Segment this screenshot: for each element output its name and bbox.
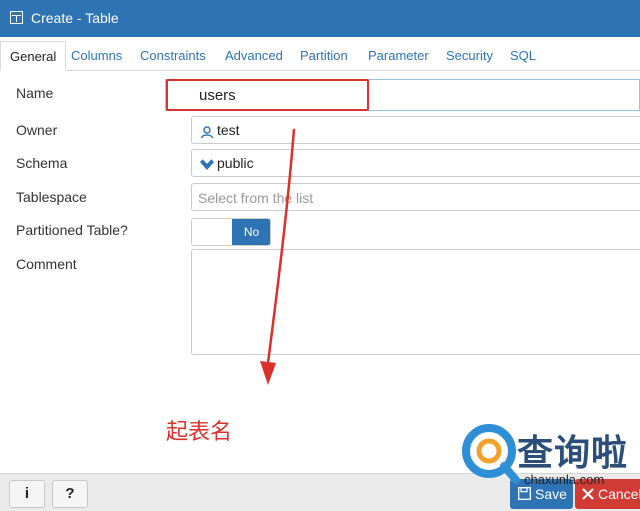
comment-label: Comment — [16, 256, 77, 272]
tab-sql[interactable]: SQL — [510, 48, 536, 63]
table-icon — [10, 11, 23, 24]
watermark-site: chaxunla.com — [524, 472, 605, 487]
dialog-title: Create - Table — [31, 10, 119, 26]
watermark-title: 查询啦 — [517, 433, 629, 474]
toggle-knob — [192, 219, 232, 245]
highlight-box — [166, 79, 369, 111]
info-button[interactable]: i — [9, 480, 45, 508]
watermark: 查询啦 chaxunla.com — [462, 420, 640, 502]
schema-value: public — [217, 155, 254, 171]
tab-parameter[interactable]: Parameter — [368, 48, 429, 63]
user-icon — [200, 126, 214, 139]
tab-constraints[interactable]: Constraints — [140, 48, 206, 63]
tab-general[interactable]: General — [0, 41, 67, 71]
help-button[interactable]: ? — [52, 480, 88, 508]
tab-columns[interactable]: Columns — [71, 48, 122, 63]
annotation-text: 起表名 — [166, 420, 233, 445]
tab-partition[interactable]: Partition — [300, 48, 348, 63]
name-label: Name — [16, 85, 54, 101]
owner-label: Owner — [16, 122, 58, 138]
partitioned-label: Partitioned Table? — [16, 222, 128, 238]
dialog-title-bar: Create - Table — [0, 0, 640, 37]
magnifier-logo-icon — [462, 424, 520, 484]
schema-icon — [200, 158, 214, 170]
tab-security[interactable]: Security — [446, 48, 493, 63]
tablespace-label: Tablespace — [16, 189, 87, 205]
tab-advanced[interactable]: Advanced — [225, 48, 283, 63]
owner-value: test — [217, 122, 240, 138]
annotation-arrow — [260, 128, 296, 385]
tab-bar: General Columns Constraints Advanced Par… — [0, 37, 640, 71]
schema-label: Schema — [16, 155, 68, 171]
